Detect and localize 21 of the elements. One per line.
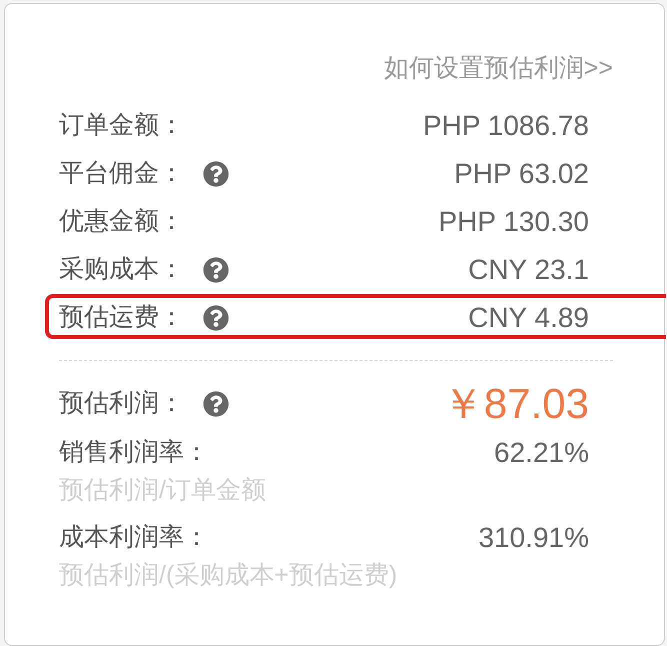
field-value: CNY 23.1 (468, 253, 589, 287)
ratio-label: 成本利润率： (59, 522, 209, 554)
field-value: PHP 130.30 (438, 205, 589, 239)
profit-value: ￥87.03 (442, 379, 589, 429)
help-icon[interactable] (203, 161, 229, 187)
field-label: 订单金额： (59, 110, 184, 142)
ratio-value: 62.21% (494, 436, 589, 470)
field-value: CNY 4.89 (468, 301, 589, 335)
profit-label: 预估利润： (59, 388, 184, 420)
field-label: 平台佣金： (59, 158, 184, 190)
field-value: PHP 1086.78 (422, 109, 589, 143)
ratio-label: 销售利润率： (59, 437, 209, 468)
help-icon[interactable] (203, 305, 229, 331)
field-label: 优惠金额： (59, 206, 184, 238)
help-icon[interactable] (203, 391, 229, 417)
field-label: 预估运费： (59, 302, 184, 334)
ratio-value: 310.91% (478, 521, 589, 555)
help-link[interactable]: 如何设置预估利润>> (384, 52, 613, 84)
field-label: 采购成本： (59, 254, 184, 286)
field-value: PHP 63.02 (454, 157, 589, 191)
help-icon[interactable] (203, 257, 229, 283)
